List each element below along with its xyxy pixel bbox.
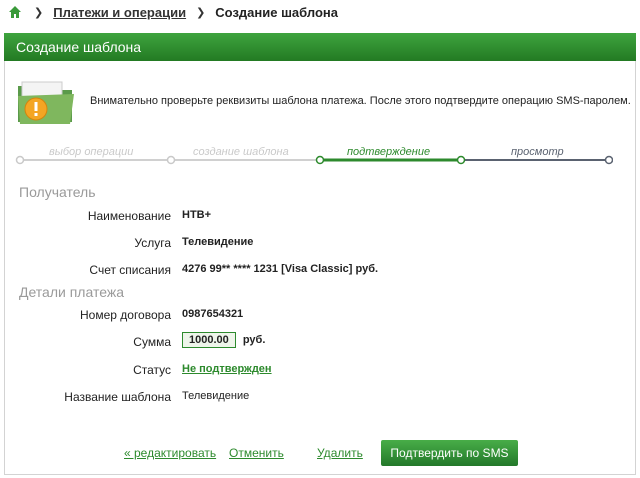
contract-value: 0987654321 [182,308,244,320]
template-name-label: Название шаблона [64,390,171,404]
breadcrumb: ❯ Платежи и операции ❯ Создание шаблона [8,3,338,21]
recipient-section-title: Получатель [19,184,96,200]
name-label: Наименование [87,209,171,223]
status-label: Статус [133,363,171,377]
account-currency: руб. [355,263,379,275]
edit-link[interactable]: « редактировать [124,446,216,460]
sum-amount: 1000.00 [182,332,236,348]
breadcrumb-current: Создание шаблона [215,4,338,20]
payment-section-title: Детали платежа [19,284,124,300]
sum-label: Сумма [133,335,171,349]
template-panel: Создание шаблона Внимательно проверьте р… [4,33,636,475]
name-value: НТВ+ [182,209,212,221]
step-select-operation: выбор операции [49,146,134,158]
breadcrumb-link-payments[interactable]: Платежи и операции [53,5,186,20]
home-icon[interactable] [8,5,22,19]
step-preview: просмотр [511,146,564,158]
action-bar: « редактировать Отменить Удалить Подтвер… [5,436,637,466]
contract-label: Номер договора [80,308,171,322]
folder-warning-icon [18,81,74,124]
step-confirmation: подтверждение [347,146,431,158]
sum-currency: руб. [242,334,266,346]
status-link[interactable]: Не подтвержден [182,363,272,375]
confirm-sms-button[interactable]: Подтвердить по SMS [381,440,518,466]
page-title: Создание шаблона [4,33,636,61]
notice-text: Внимательно проверьте реквизиты шаблона … [90,95,631,107]
notice: Внимательно проверьте реквизиты шаблона … [16,76,631,126]
template-name-value: Телевидение [182,390,250,402]
progress-steps: выбор операции создание шаблона подтверж… [15,146,613,166]
status-value: Не подтвержден [182,363,272,375]
cancel-link[interactable]: Отменить [229,446,284,460]
delete-link[interactable]: Удалить [317,446,363,460]
chevron-right-icon: ❯ [34,6,44,19]
account-number: 4276 99** **** 1231 [Visa Classic] [182,263,353,275]
account-label: Счет списания [89,263,171,277]
service-label: Услуга [134,236,171,250]
service-value: Телевидение [182,236,254,248]
chevron-right-icon: ❯ [196,6,206,19]
step-create-template: создание шаблона [193,146,289,158]
account-value: 4276 99** **** 1231 [Visa Classic] руб. [182,263,378,275]
sum-value: 1000.00 руб. [182,332,265,348]
